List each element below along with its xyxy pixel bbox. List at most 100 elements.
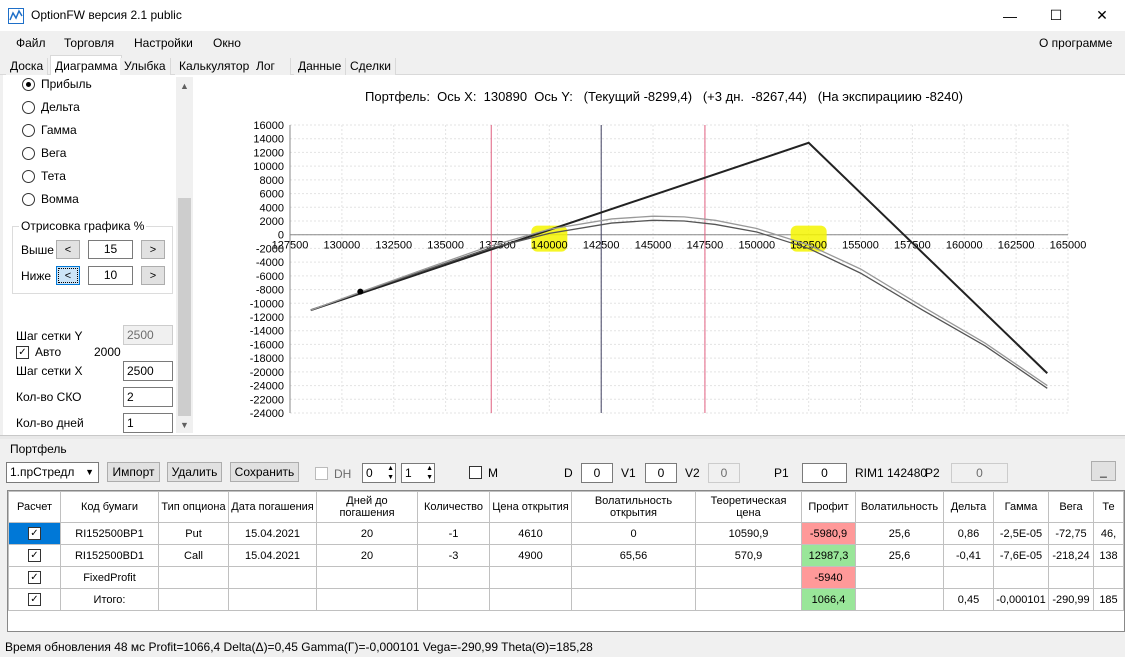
y-tick-label: 12000: [253, 147, 284, 159]
table-cell: [316, 566, 418, 589]
table-row[interactable]: ✓ FixedProfit -5940: [8, 566, 1124, 589]
table-cell: 10590,9: [695, 522, 802, 545]
table-cell: -1: [417, 522, 490, 545]
col-header[interactable]: Дата погашения: [228, 491, 317, 523]
spin-arrows-icon[interactable]: ▲ ▼: [426, 464, 433, 482]
table-cell: 46,: [1093, 522, 1124, 545]
col-header[interactable]: Количество: [417, 491, 490, 523]
profit-chart[interactable]: 1600014000120001000080006000400020000-20…: [0, 0, 1125, 440]
positions-table: Расчет Код бумаги Тип опциона Дата погаш…: [7, 490, 1125, 632]
check-icon[interactable]: ✓: [28, 593, 41, 606]
table-cell: 15.04.2021: [228, 544, 317, 567]
dh-checkbox[interactable]: [315, 467, 328, 480]
y-tick-label: -18000: [250, 353, 284, 365]
table-cell: -3: [417, 544, 490, 567]
col-header[interactable]: Дней до погашения: [316, 491, 418, 523]
table-cell: [943, 566, 994, 589]
col-header[interactable]: Волатильность: [855, 491, 944, 523]
plot-area: [290, 125, 1068, 413]
table-cell: 0: [571, 522, 696, 545]
col-header[interactable]: Цена открытия: [489, 491, 572, 523]
x-tick-label: 150000: [738, 240, 775, 252]
portfolio-select[interactable]: 1.прСтредл ▼: [6, 462, 99, 483]
table-row[interactable]: ✓ RI152500BP1 Put 15.04.2021 20 -1 4610 0 10590,…: [8, 522, 1124, 545]
y-tick-label: 10000: [253, 161, 284, 173]
table-row[interactable]: ✓ Итого: 1066,4 0,45 -0,000101 -290,99 185: [8, 588, 1124, 611]
table-cell: [316, 588, 418, 611]
splitter[interactable]: [0, 435, 1125, 439]
x-tick-label: 127500: [272, 240, 309, 252]
calc-checkbox-cell[interactable]: ✓: [8, 544, 61, 567]
p1-field[interactable]: 0: [802, 463, 847, 483]
table-cell: -290,99: [1048, 588, 1094, 611]
x-tick-label: 130000: [324, 240, 361, 252]
col-header[interactable]: Тип опциона: [158, 491, 229, 523]
calc-checkbox-cell[interactable]: ✓: [8, 588, 61, 611]
table-cell: [489, 588, 572, 611]
table-cell: [571, 566, 696, 589]
col-header[interactable]: Вега: [1048, 491, 1094, 523]
check-icon[interactable]: ✓: [28, 549, 41, 562]
table-cell: [695, 588, 802, 611]
spin2-field[interactable]: 1 ▲ ▼: [401, 463, 435, 483]
y-tick-label: -24000: [250, 408, 284, 420]
col-header[interactable]: Расчет: [8, 491, 61, 523]
table-row[interactable]: ✓ RI152500BD1 Call 15.04.2021 20 -3 4900 65,56 5…: [8, 544, 1124, 567]
table-cell: 25,6: [855, 544, 944, 567]
p2-field[interactable]: 0: [951, 463, 1008, 483]
check-icon[interactable]: ✓: [28, 571, 41, 584]
table-cell: [1048, 566, 1094, 589]
d-field[interactable]: 0: [581, 463, 613, 483]
calc-checkbox-cell[interactable]: ✓: [8, 566, 61, 589]
x-tick-label: 160000: [946, 240, 983, 252]
x-tick-label: 135000: [427, 240, 464, 252]
delete-button[interactable]: Удалить: [167, 462, 222, 482]
table-cell: Put: [158, 522, 229, 545]
table-cell: 65,56: [571, 544, 696, 567]
col-header[interactable]: Дельта: [943, 491, 994, 523]
col-header[interactable]: Те: [1093, 491, 1124, 523]
x-tick-label: 147500: [687, 240, 724, 252]
y-tick-label: -22000: [250, 394, 284, 406]
y-tick-label: -6000: [256, 271, 284, 283]
y-tick-label: -20000: [250, 367, 284, 379]
table-cell: 138: [1093, 544, 1124, 567]
table-cell: RI152500BD1: [60, 544, 159, 567]
spin1-field[interactable]: 0 ▲ ▼: [362, 463, 396, 483]
col-header[interactable]: Теоретическая цена: [695, 491, 802, 523]
table-cell: Call: [158, 544, 229, 567]
y-tick-label: -8000: [256, 285, 284, 297]
rim-label: RIM1 142480: [855, 466, 928, 480]
import-button[interactable]: Импорт: [107, 462, 160, 482]
dh-label: DH: [334, 467, 352, 481]
x-tick-label: 162500: [998, 240, 1035, 252]
table-cell: [993, 566, 1049, 589]
col-header[interactable]: Волатильность открытия: [571, 491, 696, 523]
x-tick-label: 165000: [1050, 240, 1087, 252]
table-cell: 4900: [489, 544, 572, 567]
positions-grid: Расчет Код бумаги Тип опциона Дата погаш…: [8, 491, 1124, 611]
minimize-panel-button[interactable]: _: [1091, 461, 1116, 481]
check-icon[interactable]: ✓: [28, 527, 41, 540]
m-label: M: [488, 466, 498, 480]
p1-label: P1: [774, 466, 789, 480]
p2-label: P2: [925, 466, 940, 480]
calc-checkbox-cell[interactable]: ✓: [8, 522, 61, 545]
save-button[interactable]: Сохранить: [230, 462, 299, 482]
col-header[interactable]: Код бумаги: [60, 491, 159, 523]
table-cell: [571, 588, 696, 611]
table-cell: -5980,9: [801, 522, 856, 545]
x-tick-label: 157500: [894, 240, 931, 252]
y-tick-label: -14000: [250, 326, 284, 338]
col-header[interactable]: Профит: [801, 491, 856, 523]
v1-field[interactable]: 0: [645, 463, 677, 483]
m-checkbox[interactable]: [469, 466, 482, 479]
v2-field[interactable]: 0: [708, 463, 740, 483]
table-cell: 15.04.2021: [228, 522, 317, 545]
table-cell: [1093, 566, 1124, 589]
col-header[interactable]: Гамма: [993, 491, 1049, 523]
v1-label: V1: [621, 466, 636, 480]
spin-arrows-icon[interactable]: ▲ ▼: [387, 464, 394, 482]
y-tick-label: 16000: [253, 120, 284, 132]
table-cell: 1066,4: [801, 588, 856, 611]
